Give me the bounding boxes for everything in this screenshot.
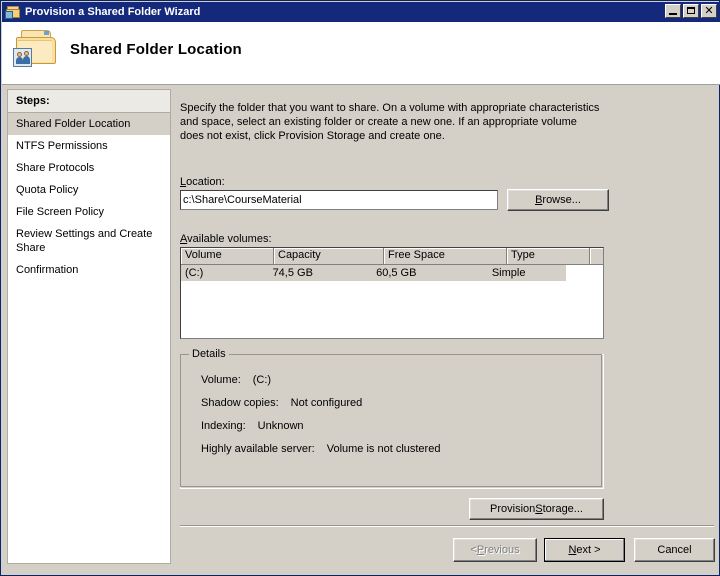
sidebar-item-shared-folder-location[interactable]: Shared Folder Location — [8, 113, 170, 135]
details-row-indexing: Indexing: Unknown — [201, 420, 304, 432]
column-header-volume[interactable]: Volume — [181, 248, 274, 265]
details-label-highly-available: Highly available server: — [201, 443, 315, 455]
minimize-button[interactable] — [665, 4, 681, 18]
provision-rest: torage... — [542, 503, 583, 515]
sidebar-item-quota-policy[interactable]: Quota Policy — [8, 179, 170, 201]
browse-rest: rowse... — [542, 194, 581, 206]
window-title: Provision a Shared Folder Wizard — [25, 6, 201, 18]
details-legend: Details — [189, 348, 229, 360]
provision-storage-button[interactable]: Provision Storage... — [469, 498, 604, 520]
cell-type: Simple — [491, 267, 526, 279]
column-header-type[interactable]: Type — [507, 248, 590, 265]
close-glyph: ✕ — [704, 5, 714, 17]
browse-button[interactable]: Browse... — [507, 189, 609, 211]
location-label: Location: — [180, 176, 225, 188]
wizard-content: Specify the folder that you want to shar… — [174, 89, 714, 521]
details-label-indexing: Indexing: — [201, 420, 246, 432]
sidebar-item-confirmation[interactable]: Confirmation — [8, 259, 170, 281]
steps-sidebar: Steps: Shared Folder Location NTFS Permi… — [7, 89, 171, 564]
details-row-highly-available: Highly available server: Volume is not cl… — [201, 443, 440, 455]
next-button[interactable]: Next > — [544, 538, 625, 562]
provision-accel: S — [535, 503, 543, 515]
details-label-shadow-copies: Shadow copies: — [201, 397, 279, 409]
details-value-highly-available: Volume is not clustered — [326, 443, 441, 455]
column-header-filler — [590, 248, 603, 265]
available-volumes-list[interactable]: Volume Capacity Free Space Type (C:) 74,… — [180, 247, 604, 339]
page-title: Shared Folder Location — [70, 41, 242, 58]
wizard-footer: < Previous Next > Cancel — [174, 531, 715, 571]
table-row[interactable]: (C:) 74,5 GB 60,5 GB Simple — [181, 265, 566, 281]
cell-capacity: 74,5 GB — [272, 267, 313, 279]
details-value-shadow-copies: Not configured — [290, 397, 363, 409]
previous-accel: P — [476, 544, 485, 556]
available-volumes-label: Available volumes: — [180, 233, 272, 245]
sidebar-item-ntfs-permissions[interactable]: NTFS Permissions — [8, 135, 170, 157]
wizard-window: Provision a Shared Folder Wizard ✕ Share… — [0, 0, 720, 576]
cell-free-space: 60,5 GB — [376, 267, 417, 279]
details-row-shadow-copies: Shadow copies: Not configured — [201, 397, 362, 409]
previous-rest: revious — [484, 544, 520, 556]
browse-accel: B — [535, 194, 543, 206]
details-label-volume: Volume: — [201, 374, 241, 386]
previous-button[interactable]: < Previous — [453, 538, 537, 562]
volumes-header-row: Volume Capacity Free Space Type — [181, 248, 603, 265]
wizard-header: Shared Folder Location — [2, 22, 720, 85]
sidebar-item-file-screen-policy[interactable]: File Screen Policy — [8, 201, 170, 223]
footer-separator — [180, 525, 714, 527]
provision-prefix: Provision — [490, 503, 536, 515]
shared-folder-large-icon — [13, 28, 59, 72]
maximize-button[interactable] — [683, 4, 699, 18]
sidebar-item-share-protocols[interactable]: Share Protocols — [8, 157, 170, 179]
title-bar[interactable]: Provision a Shared Folder Wizard ✕ — [2, 2, 720, 22]
users-badge-icon — [13, 48, 32, 67]
volumes-label-rest: vailable volumes: — [187, 233, 272, 245]
details-groupbox: Details Volume: (C:) Shadow copies: Not co… — [180, 348, 604, 489]
location-label-rest: ocation: — [186, 176, 225, 188]
details-value-volume: (C:) — [252, 374, 272, 386]
cell-volume: (C:) — [185, 267, 204, 279]
next-rest: ext > — [576, 544, 601, 556]
details-row-volume: Volume: (C:) — [201, 374, 271, 386]
cancel-button[interactable]: Cancel — [634, 538, 715, 562]
location-input[interactable] — [180, 190, 498, 210]
next-accel: N — [568, 544, 577, 556]
steps-heading: Steps: — [8, 90, 170, 113]
sidebar-item-review-settings[interactable]: Review Settings and Create Share — [8, 223, 170, 259]
column-header-free-space[interactable]: Free Space — [384, 248, 507, 265]
intro-text: Specify the folder that you want to shar… — [180, 102, 600, 142]
column-header-capacity[interactable]: Capacity — [274, 248, 384, 265]
shared-folder-icon — [5, 4, 21, 20]
details-value-indexing: Unknown — [257, 420, 304, 432]
close-icon[interactable]: ✕ — [701, 4, 717, 18]
window-controls: ✕ — [665, 4, 717, 18]
